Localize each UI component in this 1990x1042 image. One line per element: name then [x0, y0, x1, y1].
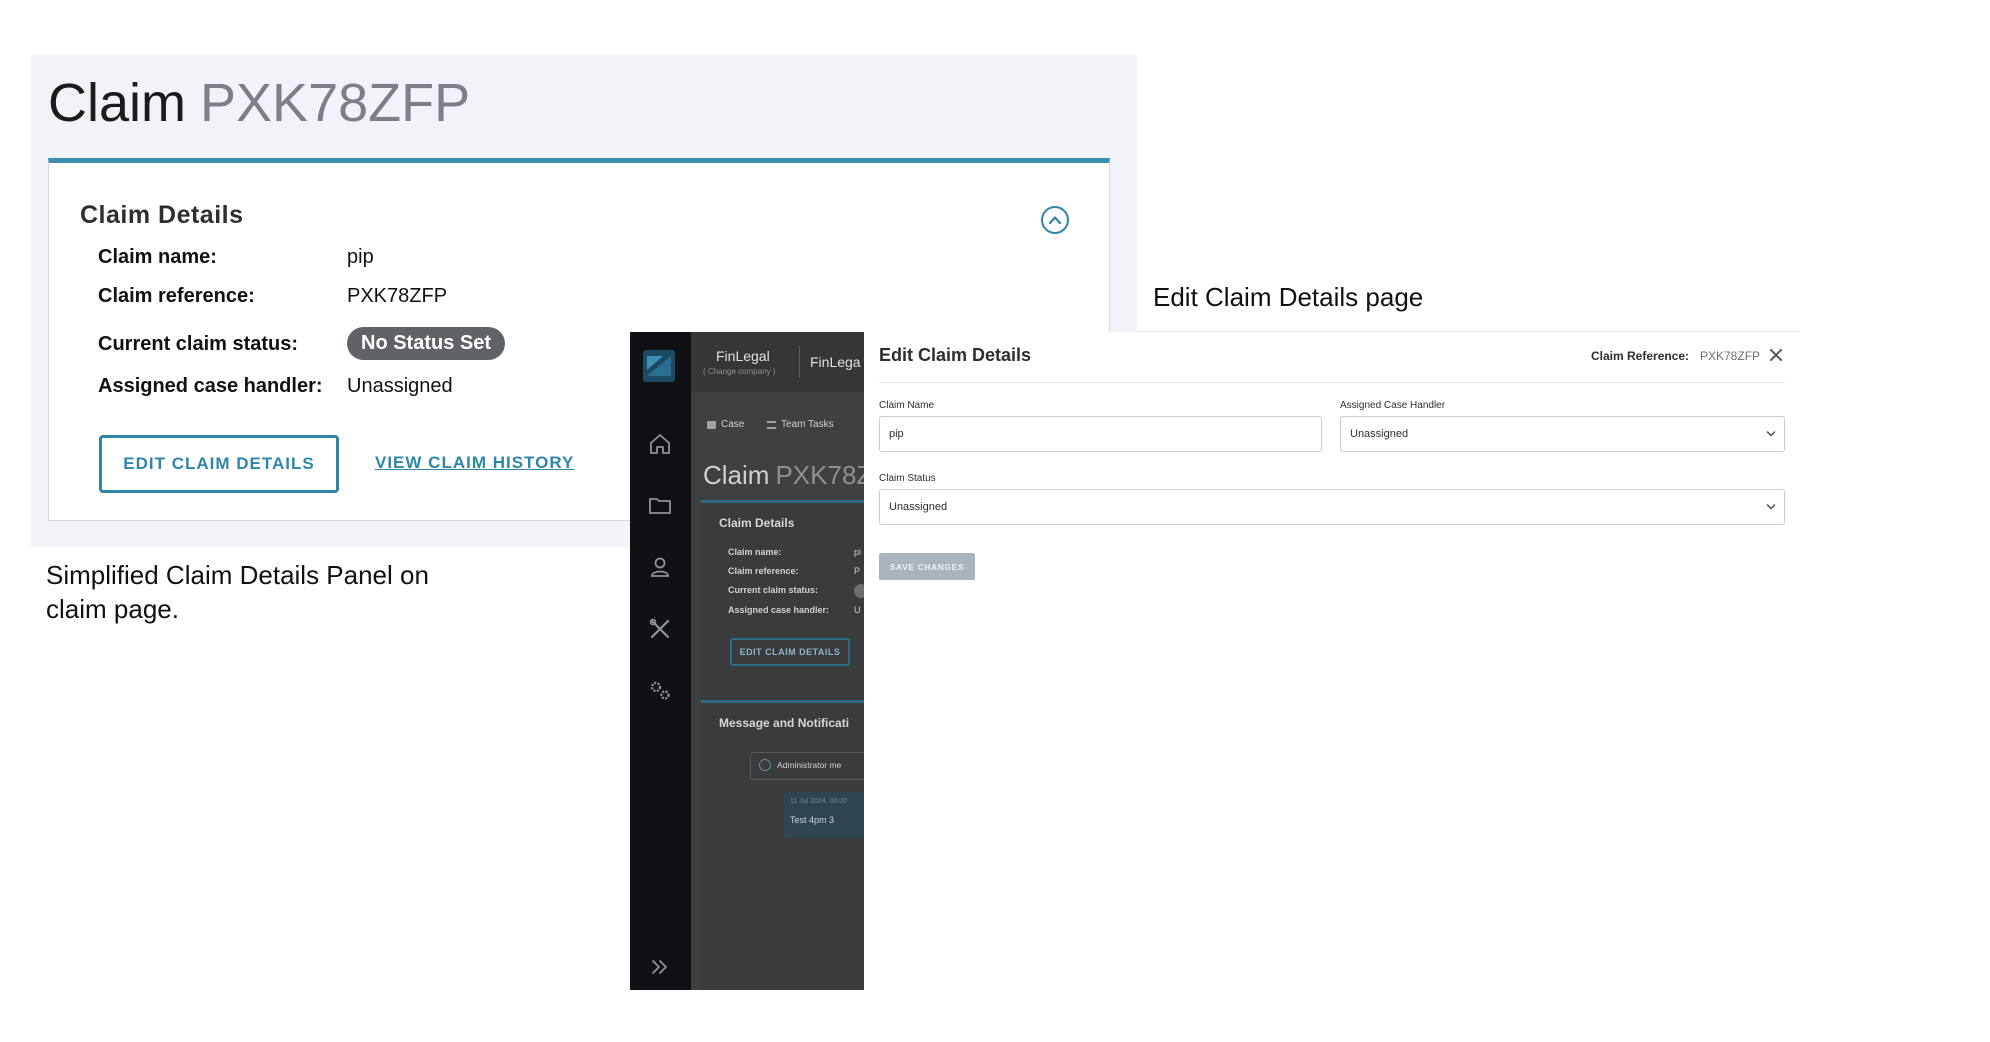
background-row-label: Assigned case handler: [728, 605, 830, 615]
gears-icon[interactable] [647, 678, 673, 704]
case-handler-field-label: Assigned Case Handler [1340, 400, 1446, 411]
background-row-label: Current claim status: [728, 585, 819, 595]
claim-name-label: Claim name: [98, 246, 217, 268]
claim-name-field-label: Claim Name [879, 400, 935, 411]
background-status-badge [854, 584, 864, 598]
caption-left: Simplified Claim Details Panel on claim … [46, 560, 429, 624]
close-button[interactable] [1768, 347, 1784, 363]
logo [643, 350, 675, 382]
background-title-reference: PXK78Z [775, 460, 864, 490]
edit-claim-details-button[interactable]: EDIT CLAIM DETAILS [99, 435, 339, 493]
caption-right: Edit Claim Details page [1153, 282, 1424, 312]
case-handler-label: Assigned case handler: [98, 375, 323, 397]
chevron-down-icon [1766, 504, 1776, 510]
message-date: 11 Jul 2024, 00:00 [790, 798, 848, 805]
background-row-value: pi [854, 547, 862, 557]
chevron-down-icon [1766, 431, 1776, 437]
claim-status-field-label: Claim Status [879, 473, 936, 484]
claim-reference-value: PXK78ZFP [347, 285, 448, 307]
modal-divider [879, 382, 1785, 383]
page-title: Claim PXK78ZFP [48, 70, 470, 136]
case-handler-value: Unassigned [347, 375, 453, 397]
background-row-value: U [854, 605, 861, 615]
tools-icon[interactable] [647, 616, 673, 642]
background-row-value: P [854, 566, 861, 576]
claim-status-select[interactable]: Unassigned [879, 489, 1785, 525]
briefcase-icon [707, 421, 716, 429]
card-heading: Claim Details [80, 201, 244, 229]
background-radio-label: Administrator me [777, 760, 842, 770]
collapse-button[interactable] [1041, 206, 1069, 234]
page-title-reference: PXK78ZFP [200, 73, 471, 133]
folder-icon[interactable] [647, 492, 673, 518]
background-page-title: Claim PXK78Z [703, 460, 864, 491]
brand-name: FinLegal [716, 348, 770, 364]
home-icon[interactable] [647, 431, 673, 457]
background-row-label: Claim reference: [728, 566, 799, 576]
background-row-label: Claim name: [728, 547, 782, 557]
case-handler-select-value: Unassigned [1350, 428, 1409, 440]
claim-name-input[interactable]: pip [879, 416, 1322, 452]
claim-name-value: pip [347, 246, 374, 268]
sidebar [630, 332, 691, 990]
claim-reference-value: PXK78ZFP [1700, 349, 1761, 363]
background-message: 11 Jul 2024, 00:00 Test 4pm 3 [784, 792, 864, 838]
claim-status-select-value: Unassigned [889, 501, 948, 513]
user-icon[interactable] [647, 554, 673, 580]
page-title-word: Claim [48, 73, 187, 133]
claim-reference-label: Claim Reference: [1591, 349, 1690, 363]
claim-reference-label: Claim reference: [98, 285, 255, 307]
radio-icon [759, 759, 771, 771]
background-messages-heading: Message and Notificati [719, 716, 850, 730]
brand-divider [799, 346, 800, 378]
status-badge: No Status Set [347, 327, 506, 360]
view-claim-history-link[interactable]: VIEW CLAIM HISTORY [375, 453, 574, 473]
claim-name-input-value: pip [889, 428, 904, 440]
background-radio: Administrator me [750, 752, 864, 780]
change-company-link: ( Change company ) [703, 367, 776, 376]
modal-title: Edit Claim Details [879, 345, 1032, 365]
message-text: Test 4pm 3 [790, 815, 835, 825]
edit-claim-modal: Edit Claim Details Claim Reference: PXK7… [864, 332, 1800, 990]
brand-name-2: FinLega [810, 354, 861, 370]
case-handler-select[interactable]: Unassigned [1340, 416, 1785, 452]
tab-team-tasks: Team Tasks [781, 419, 834, 430]
background-card-heading: Claim Details [719, 516, 795, 530]
chevron-up-icon [1048, 216, 1062, 225]
background-edit-button: EDIT CLAIM DETAILS [730, 638, 850, 666]
background-messages-card [701, 700, 864, 990]
claim-status-label: Current claim status: [98, 333, 299, 355]
close-icon [1770, 349, 1782, 361]
save-changes-button[interactable]: SAVE CHANGES [879, 553, 975, 580]
list-icon [767, 421, 776, 429]
tab-case: Case [721, 419, 745, 430]
edit-claim-screenshot: FinLegal ( Change company ) FinLega Case… [630, 332, 1800, 990]
background-title-word: Claim [703, 460, 770, 490]
background-app-overlay: FinLegal ( Change company ) FinLega Case… [691, 332, 864, 990]
double-chevron-right-icon[interactable] [647, 954, 673, 980]
